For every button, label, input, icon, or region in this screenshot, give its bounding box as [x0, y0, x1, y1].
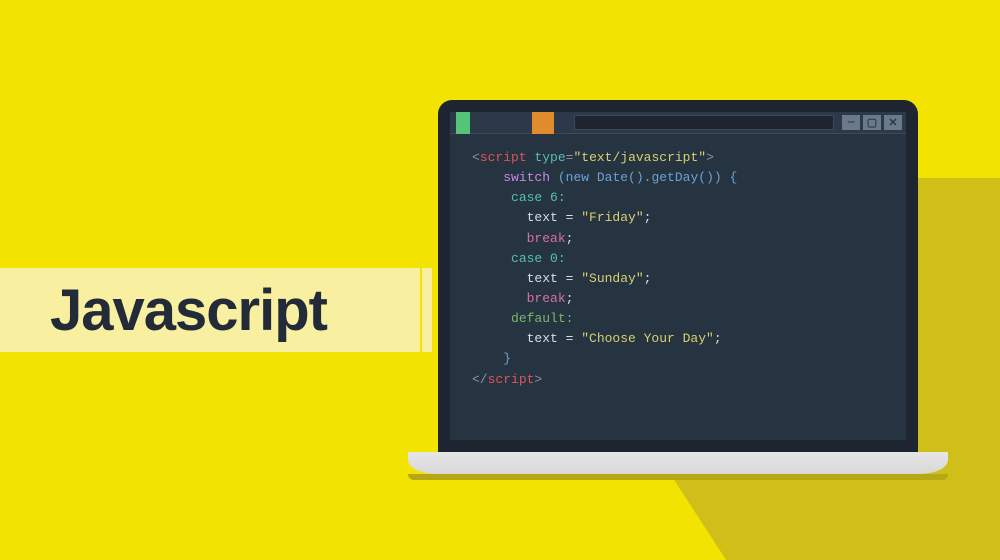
screen-frame: — ▢ ✕ <script type="text/javascript"> sw… — [438, 100, 918, 452]
laptop-illustration: — ▢ ✕ <script type="text/javascript"> sw… — [438, 100, 918, 480]
tab-indicator-green — [456, 112, 470, 134]
title-band: Javascript — [0, 268, 420, 352]
laptop-base — [408, 452, 948, 474]
stripe-decoration-left — [386, 268, 432, 352]
page-title: Javascript — [0, 277, 327, 344]
minimize-icon: — — [842, 115, 860, 130]
editor-screen: — ▢ ✕ <script type="text/javascript"> sw… — [450, 112, 906, 440]
tab-indicator-orange — [532, 112, 554, 134]
close-icon: ✕ — [884, 115, 902, 130]
window-topbar: — ▢ ✕ — [450, 112, 906, 134]
window-controls: — ▢ ✕ — [842, 115, 902, 130]
code-snippet: <script type="text/javascript"> switch (… — [472, 148, 896, 390]
address-bar — [574, 115, 834, 130]
maximize-icon: ▢ — [863, 115, 881, 130]
laptop-base-shadow — [408, 474, 948, 480]
